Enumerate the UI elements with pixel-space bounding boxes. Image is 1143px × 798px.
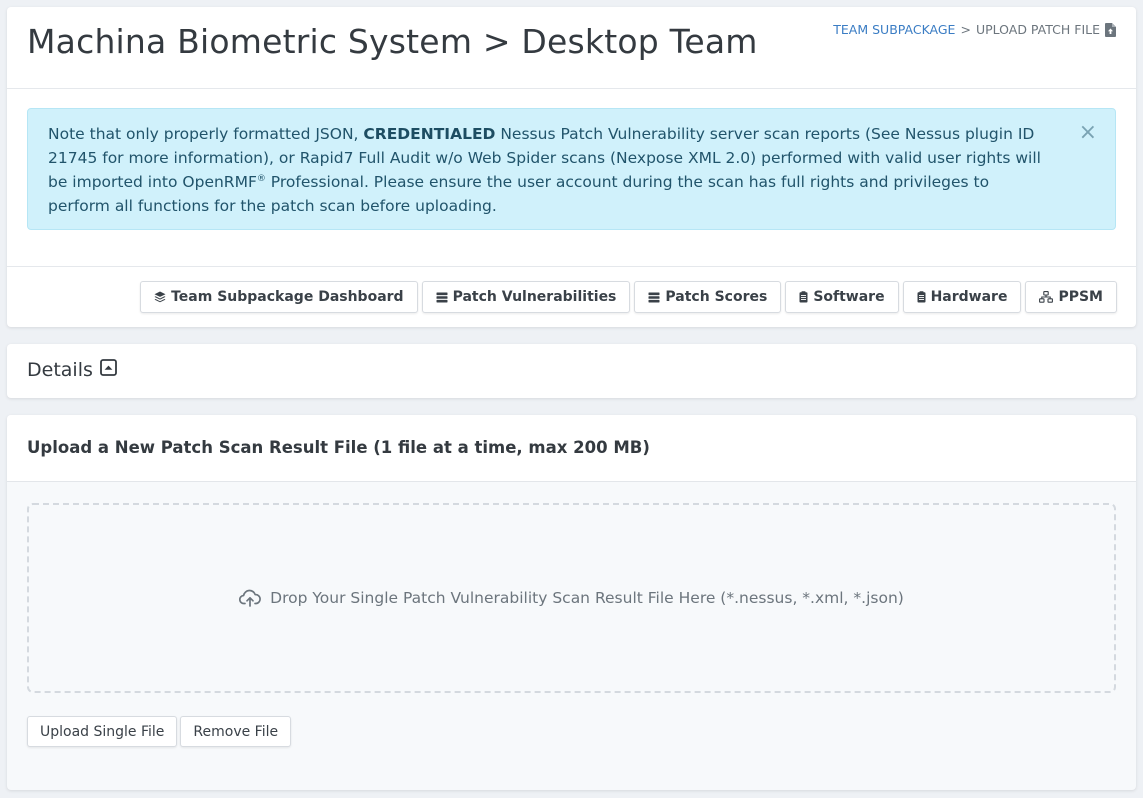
header-divider bbox=[7, 88, 1136, 89]
tab-label-software: Software bbox=[813, 289, 885, 305]
details-card: Details bbox=[7, 344, 1136, 398]
breadcrumb-current: UPLOAD PATCH FILE bbox=[975, 22, 1100, 37]
patch-scores-button[interactable]: Patch Scores bbox=[634, 281, 782, 313]
page-title: Machina Biometric System > Desktop Team bbox=[27, 22, 758, 61]
alert-trademark: ® bbox=[256, 173, 266, 184]
network-icon bbox=[1039, 291, 1054, 303]
team-subpackage-dashboard-button[interactable]: Team Subpackage Dashboard bbox=[140, 281, 418, 313]
file-dropzone[interactable]: Drop Your Single Patch Vulnerability Sca… bbox=[27, 503, 1116, 693]
tab-label-ppsm: PPSM bbox=[1058, 289, 1103, 305]
info-alert: Note that only properly formatted JSON, … bbox=[27, 108, 1116, 230]
tab-label-hardware: Hardware bbox=[930, 289, 1008, 305]
software-button[interactable]: Software bbox=[785, 281, 899, 313]
details-toggle[interactable]: Details bbox=[27, 359, 117, 381]
upload-card: Upload a New Patch Scan Result File (1 f… bbox=[7, 415, 1136, 790]
server-icon bbox=[648, 292, 660, 303]
alert-text-emphasis: CREDENTIALED bbox=[363, 125, 496, 143]
patch-vulnerabilities-button[interactable]: Patch Vulnerabilities bbox=[421, 281, 631, 313]
layers-icon bbox=[154, 291, 166, 303]
close-icon[interactable]: × bbox=[1079, 120, 1097, 146]
hardware-button[interactable]: Hardware bbox=[902, 281, 1022, 313]
upload-actions: Upload Single File Remove File bbox=[27, 716, 292, 747]
file-upload-icon bbox=[1105, 22, 1116, 37]
upload-single-file-button[interactable]: Upload Single File bbox=[27, 716, 178, 747]
tab-label-patch-vulnerabilities: Patch Vulnerabilities bbox=[452, 289, 617, 305]
tab-label-dashboard: Team Subpackage Dashboard bbox=[171, 289, 404, 305]
caret-square-up-icon[interactable] bbox=[99, 359, 117, 381]
ppsm-button[interactable]: PPSM bbox=[1025, 281, 1117, 313]
breadcrumb-link-team-subpackage[interactable]: TEAM SUBPACKAGE bbox=[833, 22, 955, 37]
section-nav: Team Subpackage Dashboard Patch Vulnerab… bbox=[140, 281, 1117, 313]
header-card: Machina Biometric System > Desktop Team … bbox=[7, 7, 1136, 327]
dropzone-text: Drop Your Single Patch Vulnerability Sca… bbox=[270, 589, 904, 607]
remove-file-button[interactable]: Remove File bbox=[180, 716, 292, 747]
tab-label-patch-scores: Patch Scores bbox=[665, 289, 768, 305]
clipboard-icon bbox=[799, 291, 808, 303]
alert-divider bbox=[7, 266, 1136, 267]
breadcrumb: TEAM SUBPACKAGE > UPLOAD PATCH FILE bbox=[833, 22, 1116, 37]
server-icon bbox=[436, 292, 448, 303]
upload-card-header: Upload a New Patch Scan Result File (1 f… bbox=[7, 415, 1136, 482]
alert-text-intro: Note that only properly formatted JSON, bbox=[48, 125, 364, 143]
details-title: Details bbox=[27, 359, 93, 381]
breadcrumb-separator: > bbox=[960, 22, 971, 37]
clipboard-icon bbox=[917, 291, 926, 303]
upload-title: Upload a New Patch Scan Result File (1 f… bbox=[27, 438, 650, 457]
cloud-upload-icon bbox=[239, 589, 262, 607]
